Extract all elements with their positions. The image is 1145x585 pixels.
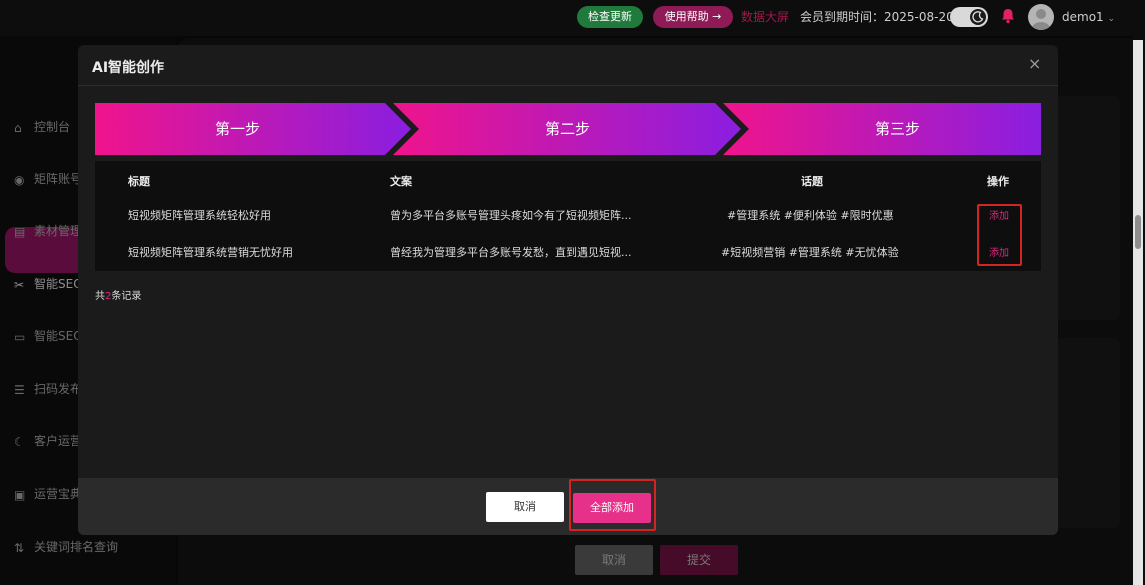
action-highlight-box — [977, 204, 1022, 266]
modal-footer: 取消 全部添加 — [78, 478, 1058, 535]
record-count: 共2条记录 — [95, 287, 141, 302]
member-expiry-date: 2025-08-20 — [884, 10, 954, 24]
theme-toggle[interactable] — [950, 7, 988, 27]
table-row-copy: 曾经我为管理多平台多账号发愁，直到遇见短视... — [390, 246, 632, 259]
scrollbar-thumb[interactable] — [1135, 215, 1141, 249]
step-2-label: 第二步 — [544, 120, 590, 138]
avatar[interactable] — [1028, 4, 1054, 30]
modal-divider — [78, 85, 1058, 86]
step-1-label: 第一步 — [214, 120, 260, 138]
table-row-topic: #短视频营销 #管理系统 #无忧体验 — [721, 246, 899, 259]
help-button[interactable]: 使用帮助 → — [653, 6, 733, 28]
moon-icon — [970, 9, 986, 25]
column-header-title: 标题 — [128, 175, 150, 188]
member-expiry-label: 会员到期时间： — [800, 10, 885, 24]
record-count-suffix: 条记录 — [111, 291, 142, 302]
member-expiry: 会员到期时间：2025-08-20 — [800, 6, 954, 28]
table-row-title: 短视频矩阵管理系统营销无忧好用 — [128, 246, 293, 259]
content-table: 标题 文案 话题 操作 短视频矩阵管理系统轻松好用 曾为多平台多账号管理头疼如今… — [95, 161, 1041, 271]
bell-icon[interactable] — [1000, 6, 1016, 26]
modal-title: AI智能创作 — [92, 60, 165, 76]
check-update-button[interactable]: 检查更新 — [577, 6, 643, 28]
table-row-topic: #管理系统 #便利体验 #限时优惠 — [727, 209, 894, 222]
chevron-down-icon: ⌄ — [1107, 14, 1116, 24]
column-header-action: 操作 — [987, 175, 1009, 188]
data-screen-link[interactable]: 数据大屏 — [741, 6, 789, 28]
table-row-title: 短视频矩阵管理系统轻松好用 — [128, 209, 271, 222]
cancel-button[interactable]: 取消 — [486, 492, 564, 522]
table-row-copy: 曾为多平台多账号管理头疼如今有了短视频矩阵... — [390, 209, 632, 222]
username: demo1 — [1062, 10, 1104, 24]
column-header-topic: 话题 — [801, 175, 823, 188]
close-icon[interactable]: × — [1028, 55, 1041, 73]
step-3-label: 第三步 — [874, 120, 920, 138]
step-indicator: 第一步 第二步 第三步 — [95, 103, 1041, 155]
user-menu[interactable]: demo1 ⌄ — [1062, 6, 1115, 30]
ai-creation-modal: AI智能创作 × 第一步 第二步 第三步 标题 文案 话题 操作 短视频矩阵管理… — [78, 45, 1058, 535]
page-scrollbar[interactable] — [1133, 40, 1143, 585]
column-header-copy: 文案 — [390, 175, 412, 188]
top-bar: 检查更新 使用帮助 → 数据大屏 会员到期时间：2025-08-20 demo1… — [0, 0, 1145, 36]
record-count-prefix: 共 — [95, 291, 105, 302]
add-all-button[interactable]: 全部添加 — [573, 493, 651, 523]
